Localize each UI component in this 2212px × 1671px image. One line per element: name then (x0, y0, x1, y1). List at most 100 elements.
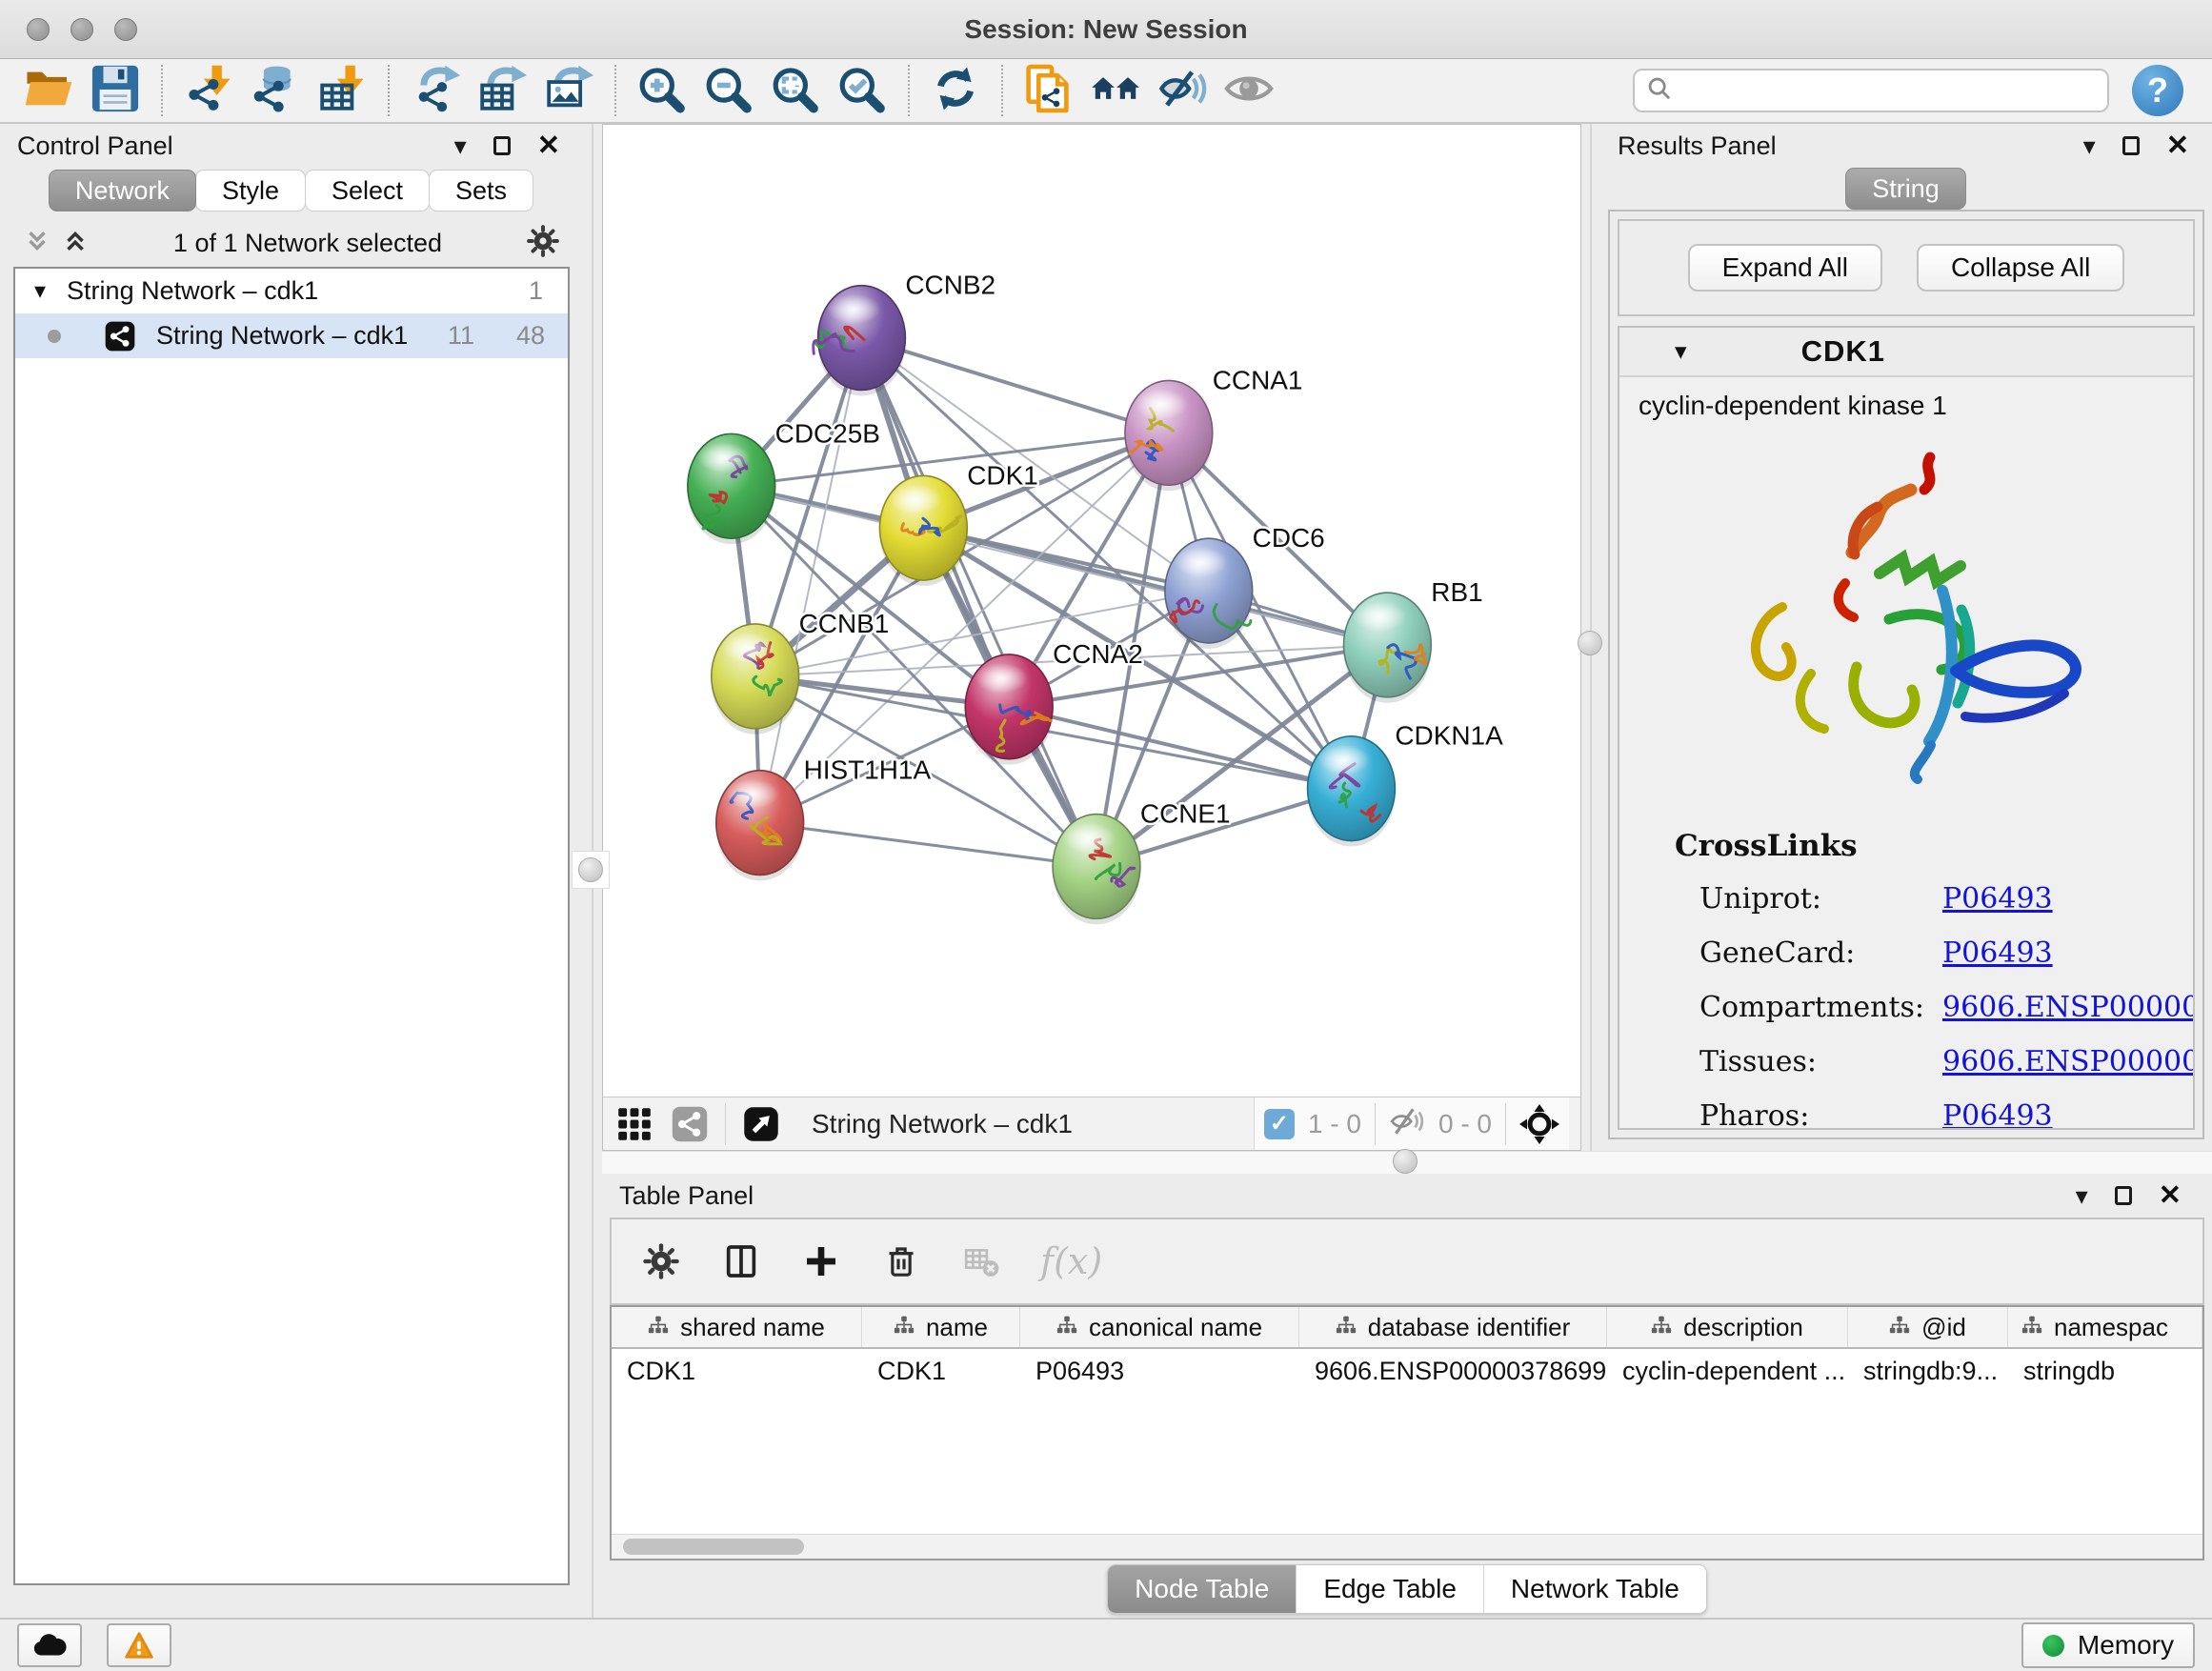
close-window-button[interactable] (27, 18, 50, 41)
network-row[interactable]: String Network – cdk1 11 48 (15, 313, 568, 358)
network-node-CDC25B[interactable] (688, 433, 775, 544)
table-float-panel-icon[interactable] (2115, 1186, 2132, 1205)
eye-button[interactable] (1220, 62, 1277, 119)
table-cell[interactable]: stringdb:9... (1848, 1349, 2008, 1395)
tab-select[interactable]: Select (305, 170, 430, 211)
memory-button[interactable]: Memory (2021, 1622, 2195, 1668)
network-node-CDC6[interactable] (1165, 538, 1253, 649)
crosslink-link[interactable]: P06493 (1942, 1099, 2195, 1130)
tab-style[interactable]: Style (195, 170, 306, 211)
right-splitter-handle[interactable] (1578, 631, 1602, 655)
results-close-panel-icon[interactable]: ✕ (2166, 132, 2189, 160)
crosslink-link[interactable]: 9606.ENSP00000378699 (1942, 991, 2195, 1024)
collapse-all-networks-icon[interactable] (23, 227, 51, 260)
close-panel-icon[interactable]: ✕ (537, 132, 560, 160)
network-share-icon[interactable] (670, 1104, 710, 1144)
column-header-name[interactable]: name (862, 1307, 1020, 1347)
delete-column-icon[interactable] (880, 1240, 922, 1282)
results-panel-menu-icon[interactable]: ▾ (2083, 133, 2096, 158)
network-node-HIST1H1A[interactable] (716, 771, 804, 881)
save-session-button[interactable] (87, 62, 144, 119)
document-share-button[interactable] (1020, 62, 1077, 119)
shared-column-icon (2021, 1313, 2042, 1342)
network-node-RB1[interactable] (1343, 593, 1431, 703)
network-node-CCNB1[interactable] (712, 624, 799, 735)
network-node-CDKN1A[interactable] (1308, 736, 1396, 847)
float-panel-icon[interactable] (493, 136, 511, 155)
crosslink-link[interactable]: P06493 (1942, 936, 2195, 970)
collection-expand-caret[interactable]: ▾ (34, 277, 46, 305)
column-header-namespac[interactable]: namespac (2008, 1307, 2202, 1347)
network-node-CDK1[interactable] (879, 475, 967, 586)
zoom-fit-button[interactable] (767, 62, 824, 119)
tab-edge-table[interactable]: Edge Table (1296, 1565, 1483, 1613)
table-cell[interactable]: 9606.ENSP00000378699 (1299, 1349, 1607, 1395)
protein-header-row[interactable]: ▾ CDK1 (1619, 328, 2193, 377)
export-image-button[interactable] (540, 62, 597, 119)
network-canvas[interactable]: CCNB2CCNA1CDC25BCDK1CDC6RB1CCNB1CCNA2CDK… (603, 125, 1580, 1097)
table-cell[interactable]: CDK1 (862, 1349, 1020, 1395)
help-button[interactable]: ? (2132, 65, 2183, 116)
open-session-button[interactable] (20, 62, 77, 119)
import-network-file-button[interactable] (180, 62, 237, 119)
panel-menu-icon[interactable]: ▾ (454, 133, 467, 158)
network-edge-HIST1H1A-CCNE1[interactable] (760, 823, 1096, 867)
table-scrollbar-thumb[interactable] (623, 1539, 804, 1555)
grid-view-icon[interactable] (614, 1104, 654, 1144)
show-columns-icon[interactable] (720, 1240, 762, 1282)
collapse-all-button[interactable]: Collapse All (1917, 244, 2124, 292)
table-close-panel-icon[interactable]: ✕ (2159, 1182, 2182, 1210)
crosslink-link[interactable]: 9606.ENSP00000378699 (1942, 1045, 2195, 1078)
tab-network-table[interactable]: Network Table (1483, 1565, 1706, 1613)
import-network-database-button[interactable] (247, 62, 304, 119)
column-header--id[interactable]: @id (1848, 1307, 2008, 1347)
network-edge-CCNB2-HIST1H1A[interactable] (760, 338, 862, 823)
crosslink-link[interactable]: P06493 (1942, 882, 2195, 916)
eye-slash-button[interactable] (1154, 62, 1211, 119)
network-node-CCNE1[interactable] (1053, 815, 1140, 925)
import-table-file-button[interactable] (313, 62, 371, 119)
tab-network[interactable]: Network (49, 170, 196, 211)
horizontal-splitter-handle[interactable] (1393, 1149, 1418, 1174)
table-cell[interactable]: stringdb (2008, 1349, 2202, 1395)
column-header-database-identifier[interactable]: database identifier (1299, 1307, 1607, 1347)
column-header-description[interactable]: description (1607, 1307, 1848, 1347)
left-splitter-handle[interactable] (578, 857, 603, 882)
zoom-selected-button[interactable] (834, 62, 891, 119)
minimize-window-button[interactable] (70, 18, 93, 41)
protein-collapse-caret[interactable]: ▾ (1675, 337, 1687, 366)
birdseye-view-icon[interactable] (741, 1104, 781, 1144)
table-options-gear-icon[interactable] (640, 1240, 682, 1282)
column-header-shared-name[interactable]: shared name (612, 1307, 862, 1347)
table-panel-menu-icon[interactable]: ▾ (2076, 1183, 2088, 1208)
expand-all-button[interactable]: Expand All (1688, 244, 1882, 292)
column-header-canonical-name[interactable]: canonical name (1020, 1307, 1299, 1347)
zoom-out-button[interactable] (700, 62, 757, 119)
maximize-window-button[interactable] (114, 18, 137, 41)
tab-string[interactable]: String (1845, 168, 1966, 210)
cloud-button[interactable] (17, 1623, 82, 1667)
fit-content-icon[interactable] (1519, 1104, 1559, 1144)
network-options-gear-icon[interactable] (526, 224, 560, 263)
zoom-in-button[interactable] (633, 62, 691, 119)
network-edge-CCNB2-CCNE1[interactable] (861, 338, 1096, 867)
table-cell[interactable]: cyclin-dependent ... (1607, 1349, 1848, 1395)
search-input[interactable] (1682, 76, 2096, 106)
table-cell[interactable]: P06493 (1020, 1349, 1299, 1395)
table-cell[interactable]: CDK1 (612, 1349, 862, 1395)
export-table-button[interactable] (473, 62, 531, 119)
warning-button[interactable] (107, 1623, 171, 1667)
network-node-CCNA2[interactable] (965, 654, 1053, 765)
selected-checkbox-icon[interactable]: ✓ (1264, 1109, 1295, 1139)
refresh-layout-button[interactable] (927, 62, 984, 119)
tab-node-table[interactable]: Node Table (1108, 1565, 1296, 1613)
expand-all-networks-icon[interactable] (61, 227, 90, 260)
export-network-button[interactable] (407, 62, 464, 119)
network-edge-CCNB2-CCNA1[interactable] (861, 338, 1168, 433)
tab-sets[interactable]: Sets (429, 170, 533, 211)
results-float-panel-icon[interactable] (2122, 136, 2140, 155)
network-collection-row[interactable]: ▾ String Network – cdk1 1 (15, 269, 568, 313)
add-column-icon[interactable] (800, 1240, 842, 1282)
network-node-CCNA1[interactable] (1125, 380, 1213, 491)
double-house-button[interactable] (1087, 62, 1144, 119)
